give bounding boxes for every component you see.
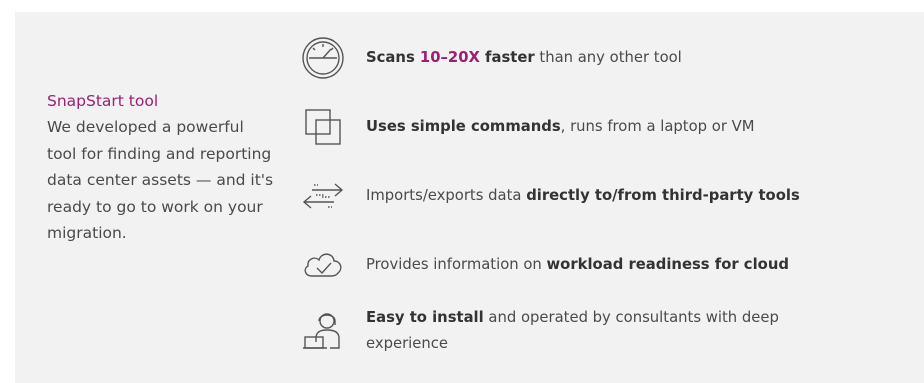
- feature-row-speed: Scans 10–20X faster than any other tool: [300, 35, 682, 81]
- feature-row-data-transfer: Imports/exports data directly to/from th…: [300, 173, 800, 219]
- feature-text-consultants: Easy to install and operated by consulta…: [366, 305, 826, 357]
- feature-text-run: Provides information on: [366, 256, 547, 273]
- speedometer-icon: [300, 35, 346, 81]
- feature-text-run: faster: [479, 49, 535, 66]
- feature-text-run: than any other tool: [534, 49, 682, 66]
- feature-text-speed: Scans 10–20X faster than any other tool: [366, 45, 682, 71]
- feature-text-data-transfer: Imports/exports data directly to/from th…: [366, 183, 800, 209]
- intro-body: We developed a powerful tool for finding…: [47, 118, 274, 242]
- feature-text-run: , runs from a laptop or VM: [560, 118, 755, 135]
- feature-text-run: Imports/exports data: [366, 187, 527, 204]
- data-transfer-arrows-icon: [300, 173, 346, 219]
- feature-text-commands: Uses simple commands, runs from a laptop…: [366, 114, 755, 140]
- feature-text-run: workload readiness for cloud: [546, 256, 789, 273]
- feature-text-run: directly to/from third-party tools: [526, 187, 800, 204]
- feature-text-run: Easy to install: [366, 309, 484, 326]
- feature-text-cloud: Provides information on workload readine…: [366, 252, 789, 278]
- intro-title: SnapStart tool: [47, 92, 159, 110]
- overlapping-squares-icon: [300, 104, 346, 150]
- feature-row-cloud: Provides information on workload readine…: [300, 242, 789, 288]
- consultant-laptop-icon: [300, 308, 346, 354]
- cloud-check-icon: [300, 242, 346, 288]
- feature-row-commands: Uses simple commands, runs from a laptop…: [300, 104, 755, 150]
- intro-block: SnapStart tool We developed a powerful t…: [47, 88, 277, 247]
- feature-text-run: Scans: [366, 49, 420, 66]
- feature-row-consultants: Easy to install and operated by consulta…: [300, 305, 826, 357]
- feature-text-run: 10–20X: [419, 49, 480, 66]
- feature-text-run: Uses simple commands: [366, 118, 561, 135]
